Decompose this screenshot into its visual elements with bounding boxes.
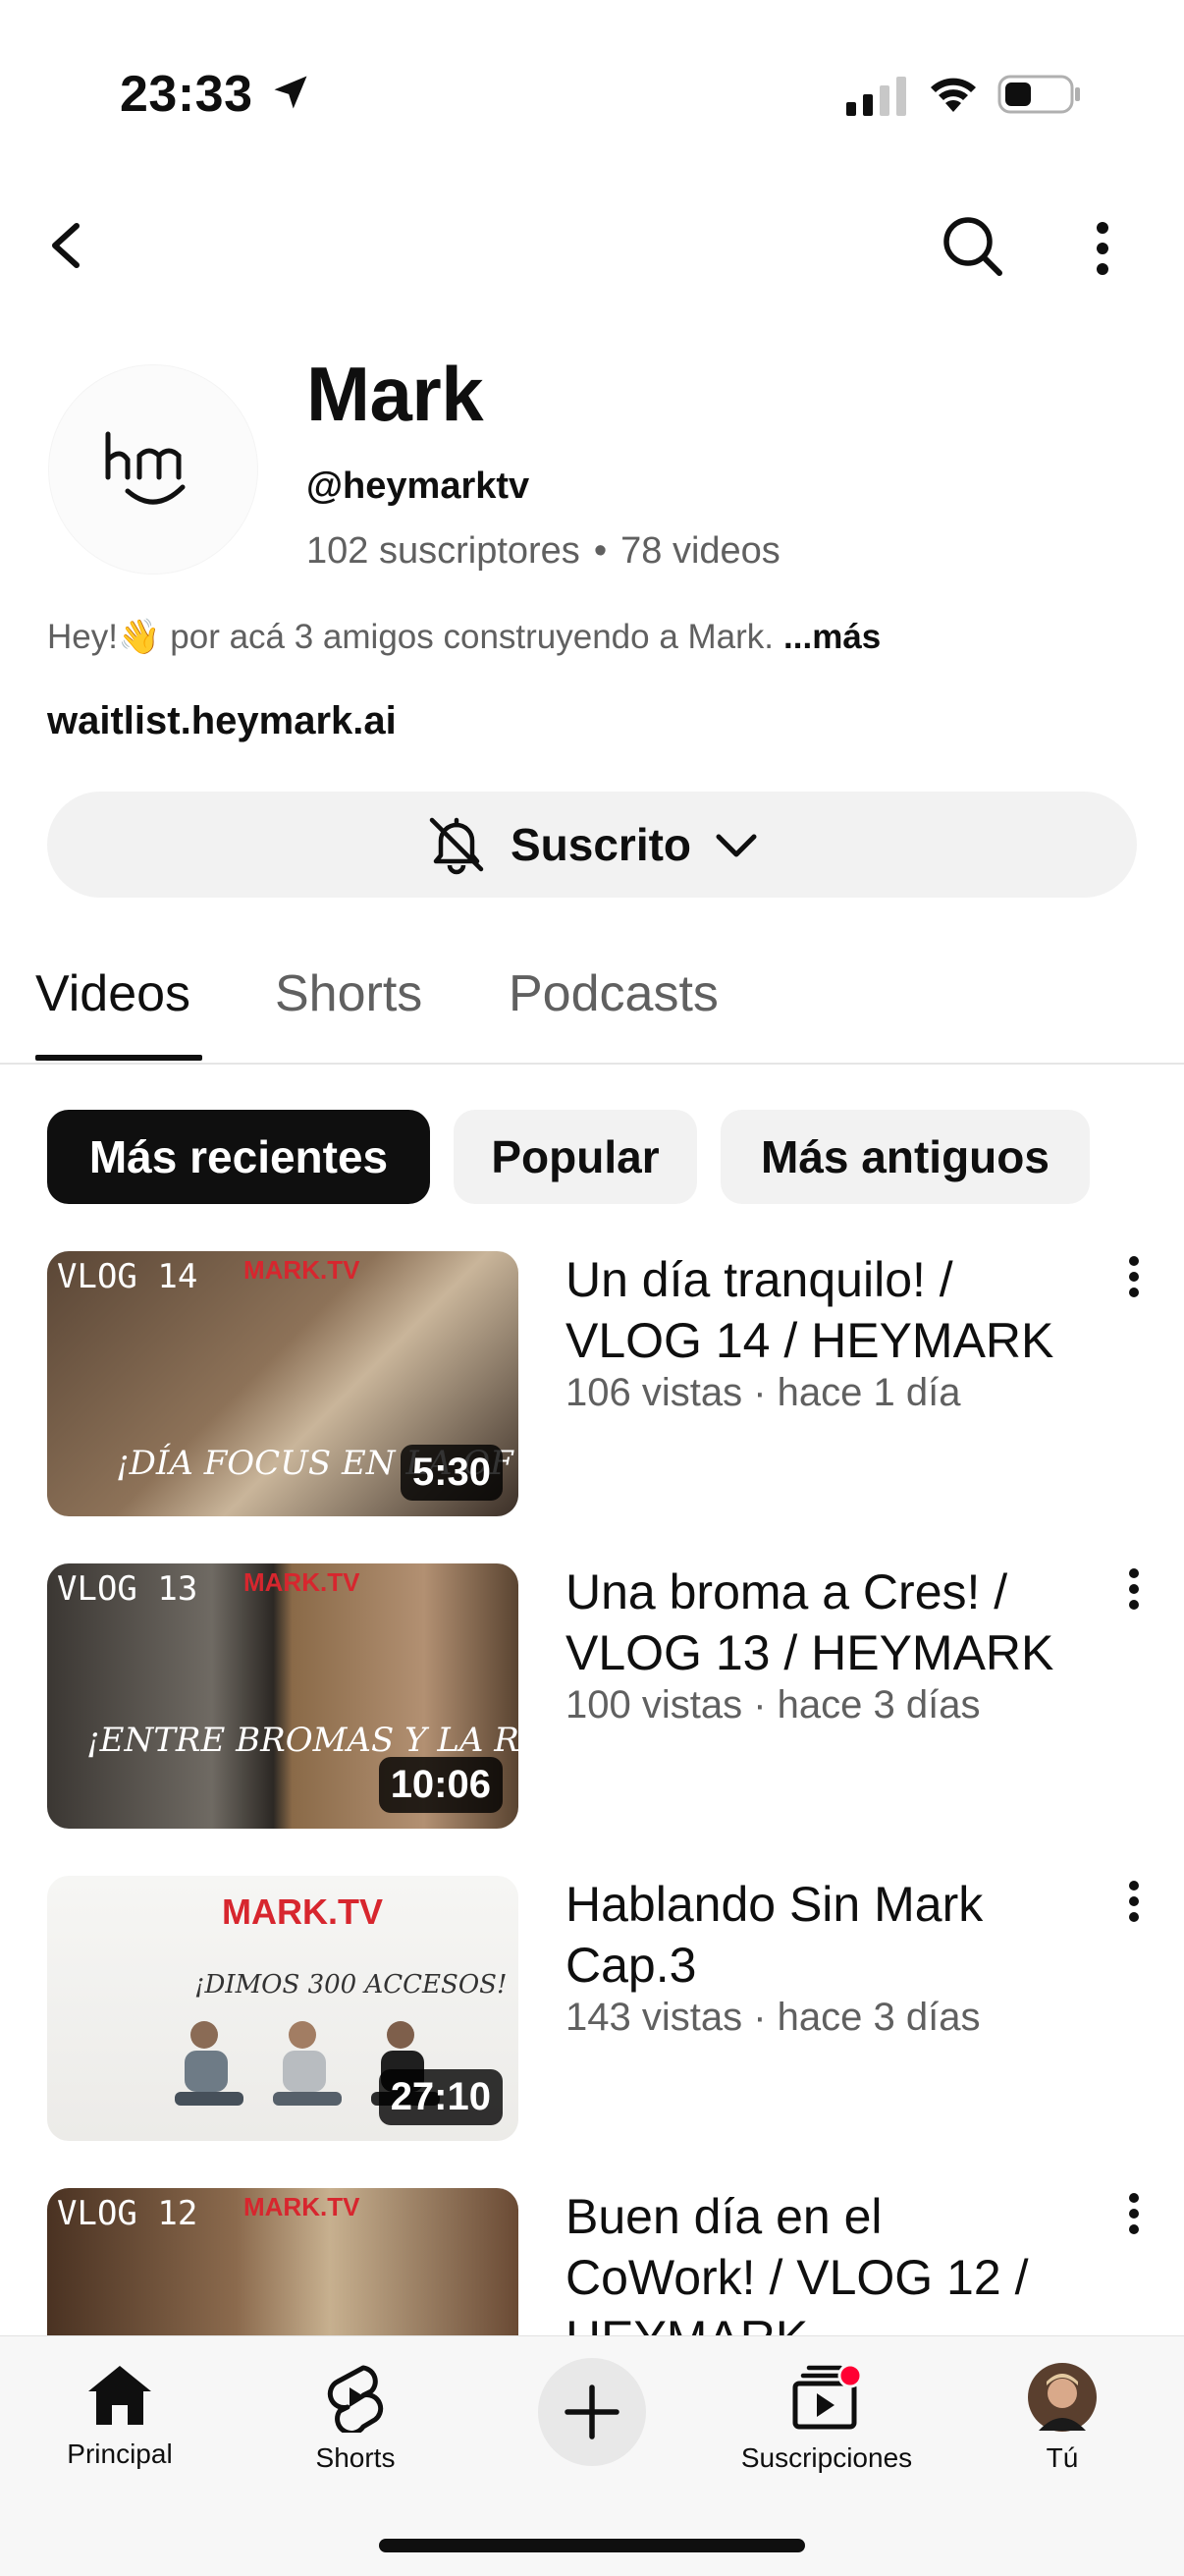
video-meta: 143 vistas · hace 3 días: [565, 1996, 981, 2039]
channel-stats: 102 suscriptores • 78 videos: [306, 530, 780, 573]
video-thumbnail[interactable]: VLOG 14 MARK.TV ¡DÍA FOCUS EN LA OF 5:30: [47, 1251, 518, 1516]
active-tab-indicator: [35, 1055, 202, 1061]
channel-logo-icon: [105, 431, 186, 505]
nav-subscriptions-label: Suscripciones: [740, 2442, 913, 2473]
video-more-icon[interactable]: [1119, 1876, 1149, 1935]
description-more-link[interactable]: ...más: [783, 618, 881, 656]
wifi-icon: [931, 78, 976, 112]
bottom-navigation: Principal Shorts Suscripciones Tú: [0, 2335, 1184, 2576]
subscribed-label: Suscrito: [510, 819, 692, 870]
thumbnail-brand: MARK.TV: [243, 1255, 360, 1285]
back-icon[interactable]: [41, 218, 96, 273]
video-more-icon[interactable]: [1119, 1563, 1149, 1622]
description-text: Hey!👋 por acá 3 amigos construyendo a Ma…: [47, 618, 775, 656]
thumbnail-brand: MARK.TV: [243, 2192, 360, 2221]
nav-subscriptions[interactable]: Suscripciones: [728, 2362, 925, 2474]
channel-tabs: Videos Shorts Podcasts: [0, 943, 1184, 1065]
create-button[interactable]: [538, 2358, 646, 2466]
tab-podcasts[interactable]: Podcasts: [509, 964, 719, 1023]
video-title[interactable]: Una broma a Cres! / VLOG 13 / HEYMARK: [565, 1562, 1076, 1683]
location-arrow-icon: [274, 76, 307, 109]
video-more-icon[interactable]: [1119, 2188, 1149, 2247]
thumbnail-label: VLOG 12: [57, 2194, 198, 2233]
home-indicator: [379, 2539, 805, 2552]
video-thumbnail[interactable]: MARK.TV ¡DIMOS 300 ACCESOS! 27:10: [47, 1876, 518, 2141]
separator-dot: •: [593, 530, 608, 572]
home-icon: [88, 2366, 151, 2425]
chip-most-recent[interactable]: Más recientes: [47, 1110, 430, 1204]
channel-avatar[interactable]: [49, 365, 257, 574]
notification-off-bell-icon: [429, 817, 484, 875]
thumbnail-brand: MARK.TV: [222, 1891, 383, 1932]
thumbnail-brand: MARK.TV: [243, 1567, 360, 1597]
video-duration: 27:10: [378, 2069, 503, 2125]
video-more-icon[interactable]: [1119, 1251, 1149, 1310]
chevron-down-icon: [716, 834, 757, 857]
video-duration: 5:30: [400, 1445, 503, 1501]
nav-home-label: Principal: [67, 2439, 173, 2469]
more-options-icon[interactable]: [1080, 216, 1125, 281]
video-title[interactable]: Hablando Sin Mark Cap.3: [565, 1874, 1076, 1996]
nav-shorts-label: Shorts: [315, 2442, 396, 2473]
channel-handle: @heymarktv: [306, 466, 530, 507]
thumbnail-caption: ¡ENTRE BROMAS Y LA RADIO!: [86, 1721, 518, 1760]
shorts-icon: [327, 2365, 384, 2433]
cellular-signal-icon: [846, 77, 906, 116]
video-title[interactable]: Un día tranquilo! / VLOG 14 / HEYMARK: [565, 1249, 1076, 1371]
nav-home[interactable]: Principal: [22, 2362, 218, 2470]
tab-shorts[interactable]: Shorts: [275, 964, 422, 1023]
chip-popular[interactable]: Popular: [454, 1110, 697, 1204]
video-thumbnail[interactable]: VLOG 13 MARK.TV ¡ENTRE BROMAS Y LA RADIO…: [47, 1563, 518, 1829]
subscriber-count: 102 suscriptores: [306, 530, 580, 572]
channel-description[interactable]: Hey!👋 por acá 3 amigos construyendo a Ma…: [47, 617, 881, 657]
video-meta: 100 vistas · hace 3 días: [565, 1683, 981, 1726]
video-count: 78 videos: [620, 530, 780, 572]
create-icon: [565, 2384, 619, 2439]
search-icon[interactable]: [937, 210, 1007, 281]
nav-you[interactable]: Tú: [964, 2362, 1160, 2474]
thumbnail-label: VLOG 13: [57, 1569, 198, 1609]
channel-name: Mark: [306, 351, 484, 437]
thumbnail-label: VLOG 14: [57, 1257, 198, 1296]
thumbnail-caption: ¡DIMOS 300 ACCESOS!: [194, 1970, 508, 2000]
channel-link[interactable]: waitlist.heymark.ai: [47, 699, 397, 743]
nav-shorts[interactable]: Shorts: [257, 2362, 454, 2474]
chip-oldest[interactable]: Más antiguos: [721, 1110, 1090, 1204]
battery-icon: [997, 75, 1080, 114]
video-meta: 106 vistas · hace 1 día: [565, 1371, 961, 1414]
status-time: 23:33: [120, 66, 253, 123]
subscribed-button[interactable]: Suscrito: [47, 792, 1137, 898]
video-duration: 10:06: [378, 1757, 503, 1813]
profile-avatar: [1028, 2363, 1097, 2432]
nav-you-label: Tú: [1046, 2442, 1079, 2473]
tab-videos[interactable]: Videos: [35, 964, 190, 1023]
subscriptions-icon: [792, 2363, 863, 2430]
